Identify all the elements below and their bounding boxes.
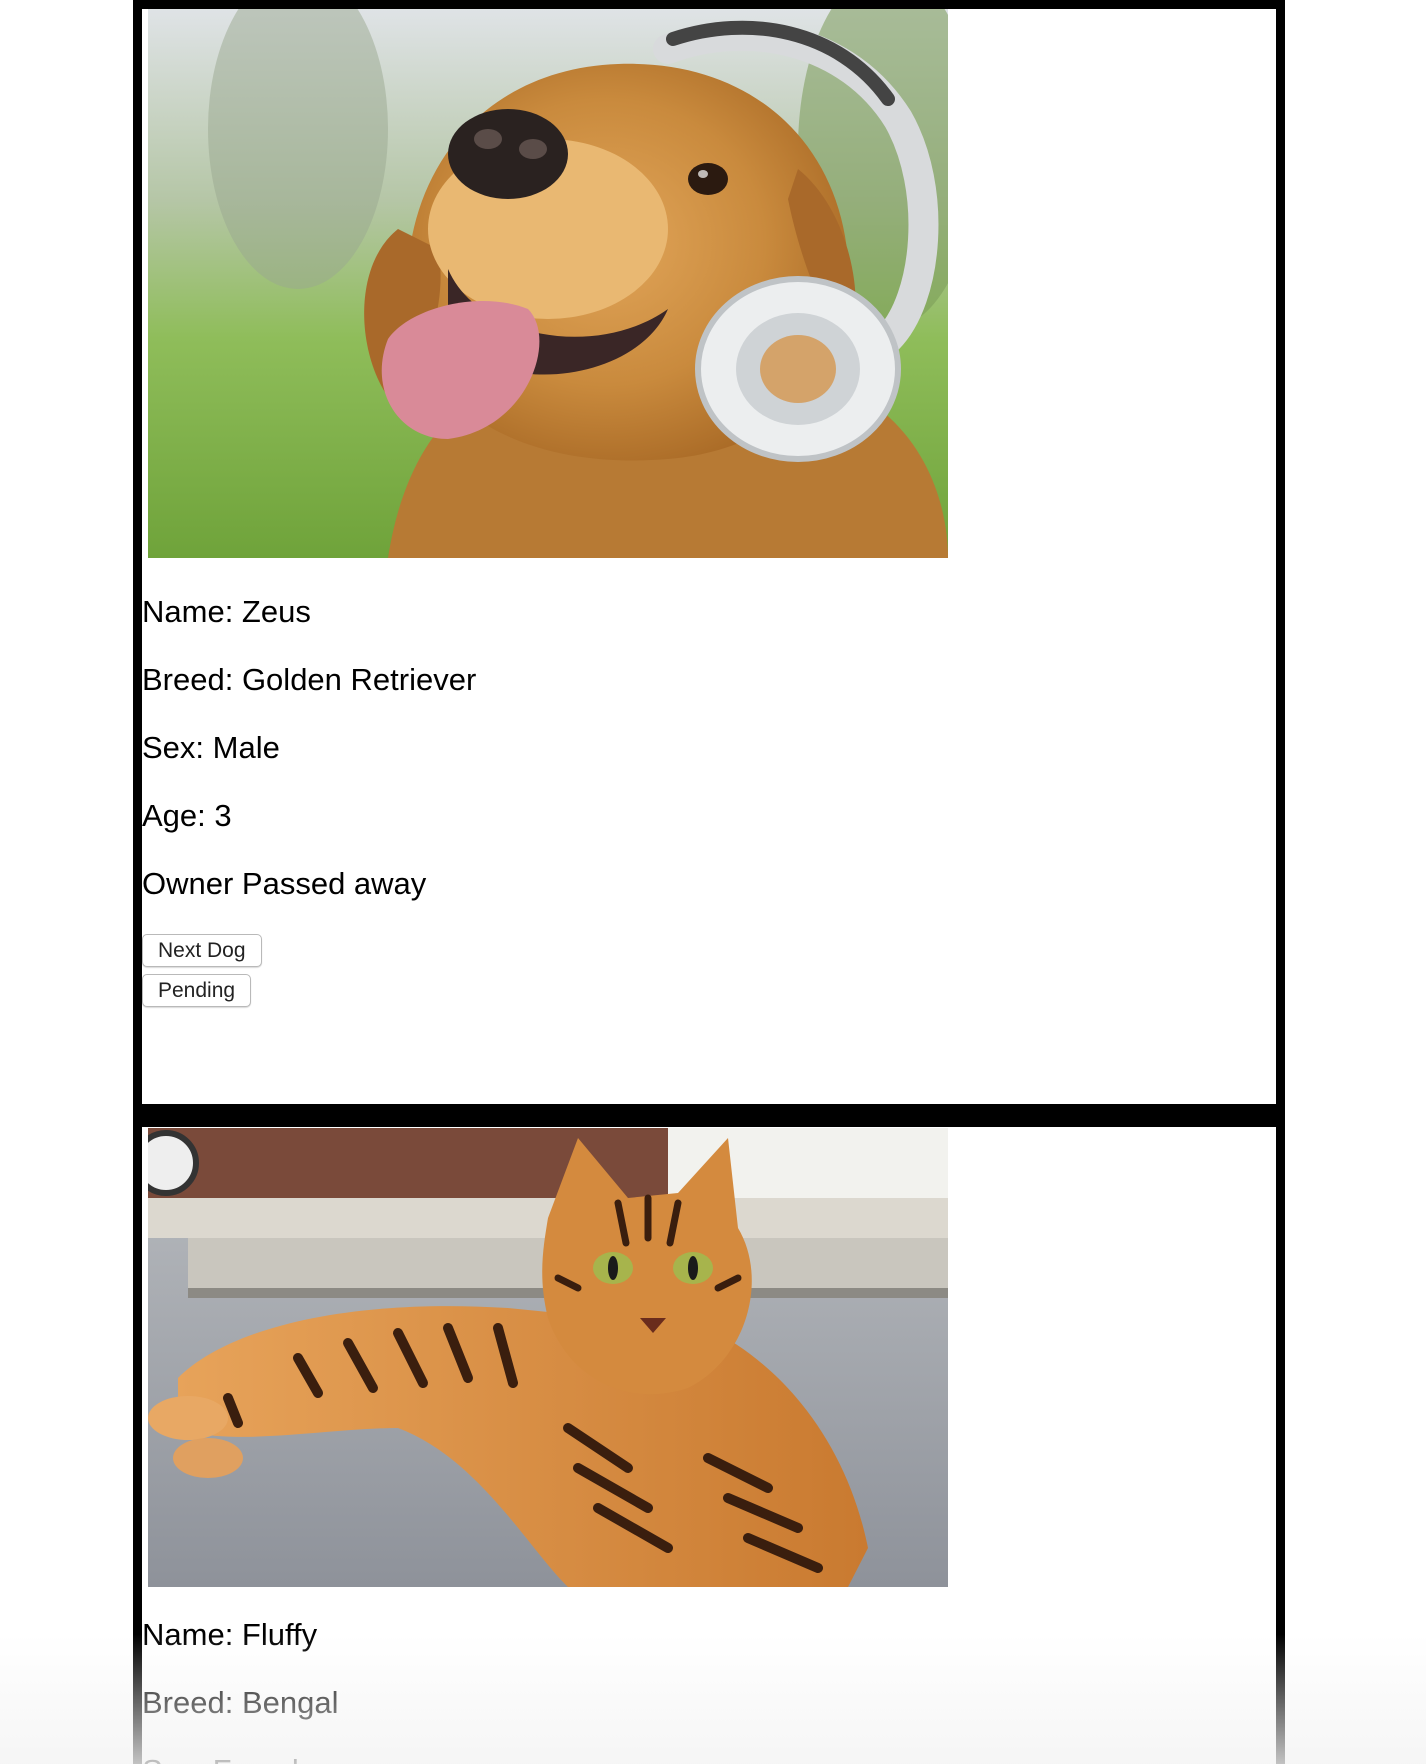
dog-photo-image	[148, 9, 948, 558]
dog-age: Age: 3	[142, 798, 232, 833]
cat-photo	[148, 1128, 948, 1587]
pending-button[interactable]: Pending	[142, 974, 252, 1007]
dog-story: Owner Passed away	[142, 866, 427, 901]
dog-breed: Breed: Golden Retriever	[142, 662, 477, 697]
dog-name: Name: Zeus	[142, 594, 311, 629]
cat-card: Name: Fluffy Breed: Bengal Sex: Female	[133, 1117, 1285, 1764]
cat-breed: Breed: Bengal	[142, 1685, 339, 1720]
cat-photo-image	[148, 1128, 948, 1587]
dog-sex: Sex: Male	[142, 730, 280, 765]
dog-card: Name: Zeus Breed: Golden Retriever Sex: …	[133, 0, 1285, 1117]
cat-name: Name: Fluffy	[142, 1617, 318, 1652]
adoption-page: Name: Zeus Breed: Golden Retriever Sex: …	[0, 0, 1426, 1764]
dog-photo	[148, 9, 948, 558]
cat-sex: Sex: Female	[142, 1753, 316, 1764]
next-dog-button[interactable]: Next Dog	[142, 934, 262, 967]
